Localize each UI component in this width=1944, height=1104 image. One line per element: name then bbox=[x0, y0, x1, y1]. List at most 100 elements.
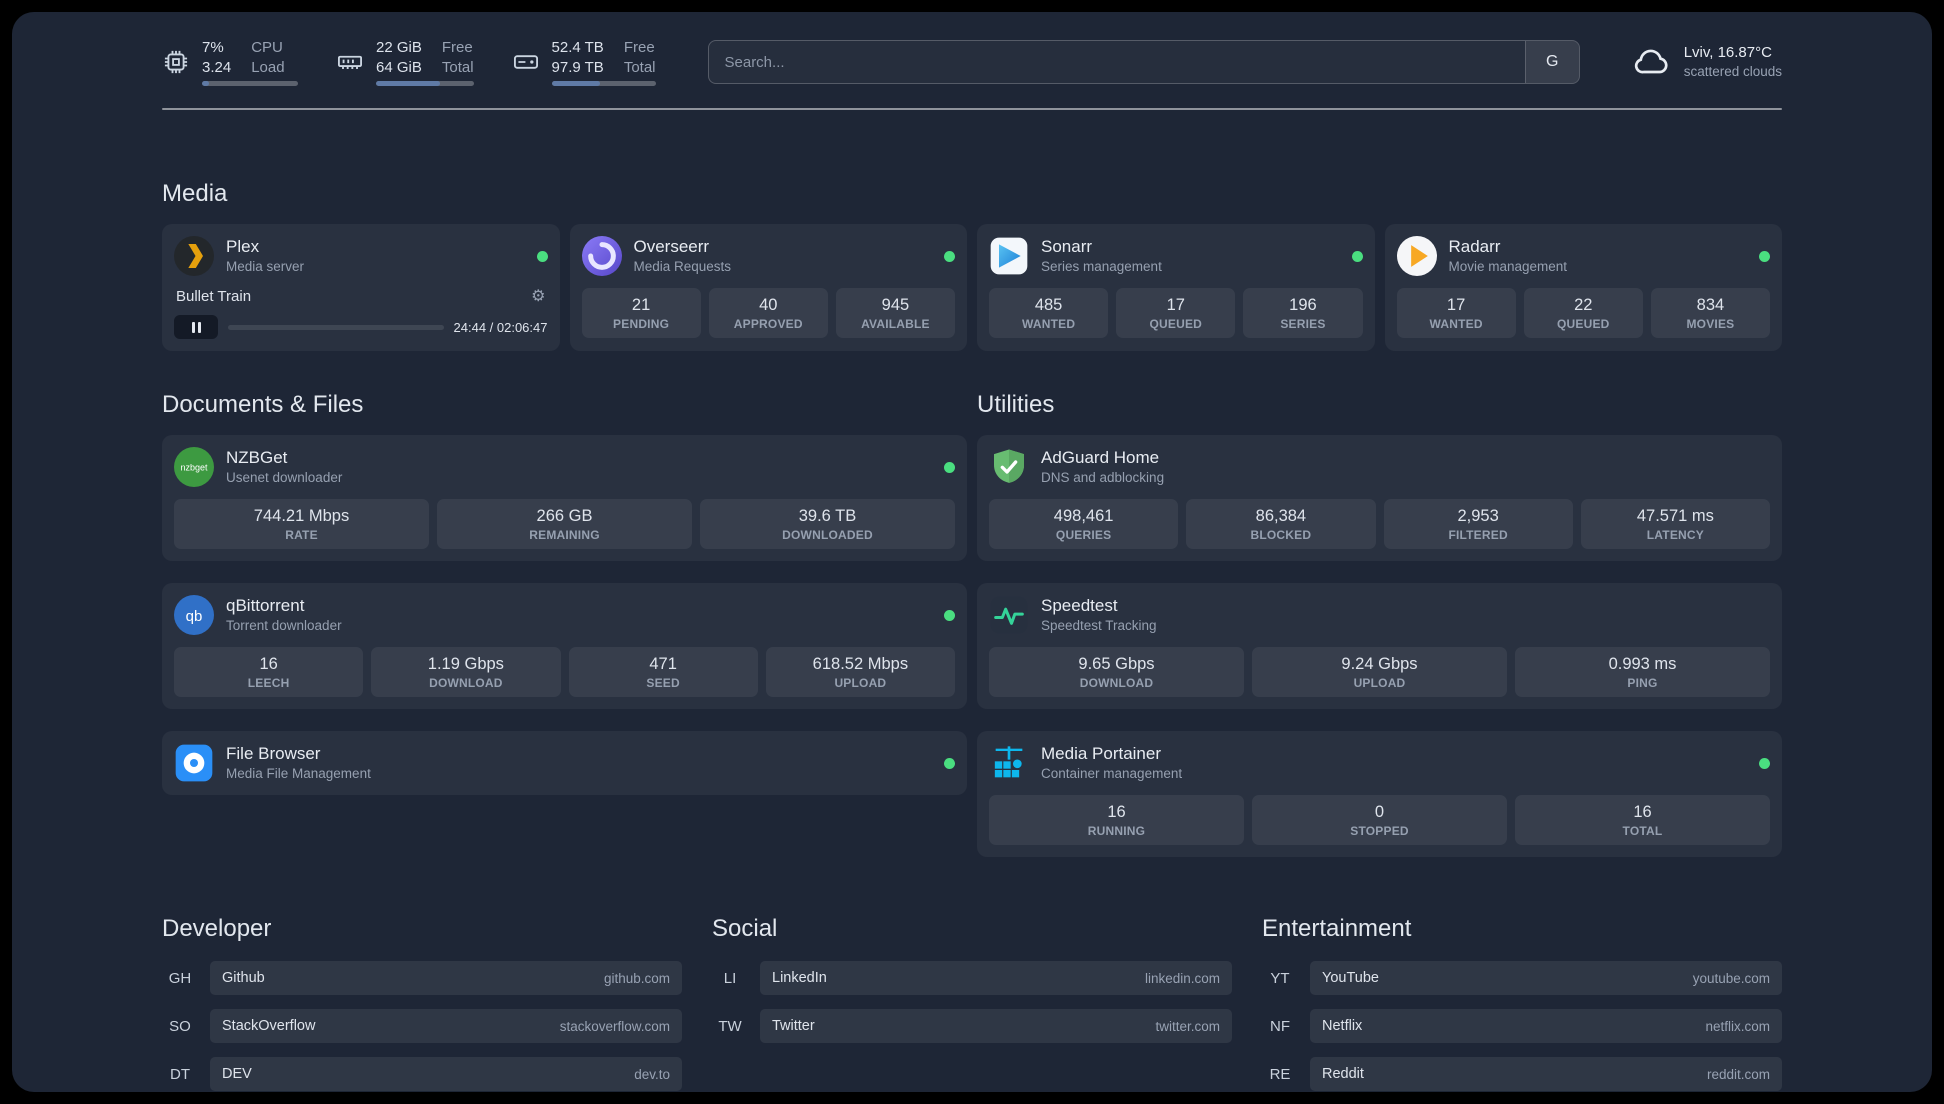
service-subtitle: Media File Management bbox=[226, 765, 371, 781]
stat-total: 16 TOTAL bbox=[1515, 795, 1770, 845]
memory-bar-fill bbox=[376, 81, 441, 86]
filebrowser-icon bbox=[174, 743, 214, 783]
bookmark-name: Reddit bbox=[1322, 1066, 1364, 1082]
status-dot bbox=[1759, 250, 1770, 262]
search-input[interactable] bbox=[708, 41, 1525, 83]
cpu-icon bbox=[162, 48, 190, 76]
disk-bar-fill bbox=[551, 81, 601, 86]
stat-upload: 618.52 Mbps UPLOAD bbox=[765, 647, 955, 697]
memory-bar bbox=[376, 81, 474, 86]
service-subtitle: Speedtest Tracking bbox=[1041, 617, 1157, 633]
service-subtitle: Usenet downloader bbox=[226, 469, 343, 485]
cpu-percent: 7% bbox=[202, 39, 224, 56]
weather-cloud-icon bbox=[1632, 42, 1672, 82]
bookmark-abbr: SO bbox=[169, 1017, 191, 1035]
bookmark-name: Twitter bbox=[772, 1018, 815, 1034]
service-name: Plex bbox=[226, 237, 260, 257]
service-name: Media Portainer bbox=[1041, 744, 1162, 764]
status-dot bbox=[1759, 757, 1770, 769]
stat-queued: 22 QUEUED bbox=[1523, 288, 1643, 338]
gear-icon[interactable]: ⚙ bbox=[531, 286, 545, 306]
bookmark-group-developer: Developer GH Github github.com SO StackO… bbox=[162, 915, 682, 1091]
service-card-overseerr[interactable]: Overseerr Media Requests 21 PENDING 40 A… bbox=[569, 224, 967, 351]
bookmark-abbr: TW bbox=[718, 1017, 742, 1035]
bookmark-url: reddit.com bbox=[1706, 1066, 1770, 1082]
status-dot bbox=[536, 250, 548, 262]
overseerr-icon bbox=[581, 236, 622, 276]
service-subtitle: Media server bbox=[226, 258, 305, 274]
disk-label-1: Free bbox=[623, 39, 655, 56]
bookmark-name: YouTube bbox=[1322, 970, 1379, 986]
service-card-portainer[interactable]: Media Portainer Container management 16 … bbox=[977, 731, 1782, 857]
bookmark-abbr: LI bbox=[723, 969, 737, 987]
bookmark-url: linkedin.com bbox=[1144, 970, 1220, 986]
bookmark-name: Netflix bbox=[1322, 1018, 1363, 1034]
bookmarks-section: Developer GH Github github.com SO StackO… bbox=[162, 915, 1782, 1091]
disk-bar bbox=[551, 81, 656, 86]
service-subtitle: Media Requests bbox=[633, 258, 732, 274]
service-subtitle: DNS and adblocking bbox=[1041, 469, 1165, 485]
memory-widget: 22 GiB 64 GiB Free Total bbox=[336, 38, 474, 86]
service-card-qbittorrent[interactable]: qb qBittorrent Torrent downloader 16 LEE… bbox=[162, 583, 967, 709]
seek-bar[interactable] bbox=[228, 324, 444, 330]
cpu-label-2: Load bbox=[251, 58, 285, 76]
bookmark-linkedin[interactable]: LI LinkedIn linkedin.com bbox=[712, 961, 1232, 995]
stat-wanted: 17 WANTED bbox=[1396, 288, 1516, 338]
bookmark-name: Github bbox=[222, 970, 265, 986]
stat-available: 945 AVAILABLE bbox=[835, 288, 956, 338]
service-name: Overseerr bbox=[633, 237, 710, 257]
bookmark-name: DEV bbox=[222, 1066, 252, 1082]
bookmark-url: youtube.com bbox=[1692, 970, 1770, 986]
radarr-icon bbox=[1396, 236, 1437, 276]
bookmark-abbr: DT bbox=[170, 1065, 190, 1083]
stat-approved: 40 APPROVED bbox=[708, 288, 828, 338]
stat-downloaded: 39.6 TB DOWNLOADED bbox=[700, 499, 955, 549]
service-card-sonarr[interactable]: Sonarr Series management 485 WANTED 17 Q… bbox=[977, 224, 1375, 351]
sonarr-icon bbox=[989, 236, 1029, 276]
bookmark-github[interactable]: GH Github github.com bbox=[162, 961, 682, 995]
bookmark-netflix[interactable]: NF Netflix netflix.com bbox=[1262, 1009, 1782, 1043]
bookmark-url: github.com bbox=[603, 970, 670, 986]
middle-columns: Documents & Files nzbget NZBGet Usenet d… bbox=[162, 391, 1782, 857]
service-card-nzbget[interactable]: nzbget NZBGet Usenet downloader 744.21 M… bbox=[162, 435, 967, 561]
stat-stopped: 0 STOPPED bbox=[1252, 795, 1507, 845]
bookmark-stackoverflow[interactable]: SO StackOverflow stackoverflow.com bbox=[162, 1009, 682, 1043]
stat-queries: 498,461 QUERIES bbox=[989, 499, 1179, 549]
dashboard-frame: 7% 3.24 CPU Load 22 GiB 64 GiB Free Tota… bbox=[12, 12, 1932, 1092]
section-title-utilities: Utilities bbox=[977, 391, 1055, 418]
bookmark-url: netflix.com bbox=[1705, 1018, 1770, 1034]
stat-pending: 21 PENDING bbox=[581, 288, 701, 338]
bookmark-abbr: YT bbox=[1270, 969, 1290, 987]
bookmark-name: StackOverflow bbox=[222, 1018, 316, 1034]
service-card-plex[interactable]: Plex Media server Bullet Train ⚙ 24:44 / bbox=[162, 224, 560, 351]
utilities-column: Utilities AdGuard Home DNS and adblockin… bbox=[977, 391, 1782, 857]
svg-text:qb: qb bbox=[186, 608, 203, 625]
pause-button[interactable] bbox=[174, 315, 218, 339]
bookmark-dev[interactable]: DT DEV dev.to bbox=[162, 1057, 682, 1091]
service-name: File Browser bbox=[226, 744, 321, 764]
disk-total: 97.9 TB bbox=[551, 58, 604, 76]
search-provider-button[interactable]: G bbox=[1524, 41, 1579, 83]
memory-free: 22 GiB bbox=[376, 39, 422, 56]
service-card-speedtest[interactable]: Speedtest Speedtest Tracking 9.65 Gbps D… bbox=[977, 583, 1782, 709]
service-name: Speedtest bbox=[1041, 596, 1118, 616]
svg-text:nzbget: nzbget bbox=[180, 462, 208, 472]
service-name: Radarr bbox=[1448, 237, 1501, 257]
service-card-radarr[interactable]: Radarr Movie management 17 WANTED 22 QUE… bbox=[1384, 224, 1782, 351]
bookmark-twitter[interactable]: TW Twitter twitter.com bbox=[712, 1009, 1232, 1043]
weather-location: Lviv, 16.87°C bbox=[1683, 44, 1772, 62]
bookmark-reddit[interactable]: RE Reddit reddit.com bbox=[1262, 1057, 1782, 1091]
bookmark-abbr: GH bbox=[168, 969, 192, 987]
nzbget-icon: nzbget bbox=[174, 447, 214, 487]
service-card-filebrowser[interactable]: File Browser Media File Management bbox=[162, 731, 967, 795]
stat-download: 9.65 Gbps DOWNLOAD bbox=[989, 647, 1244, 697]
service-card-adguard[interactable]: AdGuard Home DNS and adblocking 498,461 … bbox=[977, 435, 1782, 561]
bookmark-youtube[interactable]: YT YouTube youtube.com bbox=[1262, 961, 1782, 995]
service-subtitle: Container management bbox=[1041, 765, 1183, 781]
stat-wanted: 485 WANTED bbox=[989, 288, 1109, 338]
dashboard-page: 7% 3.24 CPU Load 22 GiB 64 GiB Free Tota… bbox=[12, 12, 1932, 1091]
memory-icon bbox=[336, 48, 364, 76]
bookmark-group-social: Social LI LinkedIn linkedin.com TW Twitt… bbox=[712, 915, 1232, 1091]
cpu-load: 3.24 bbox=[202, 58, 232, 76]
now-playing-title: Bullet Train bbox=[176, 287, 252, 305]
